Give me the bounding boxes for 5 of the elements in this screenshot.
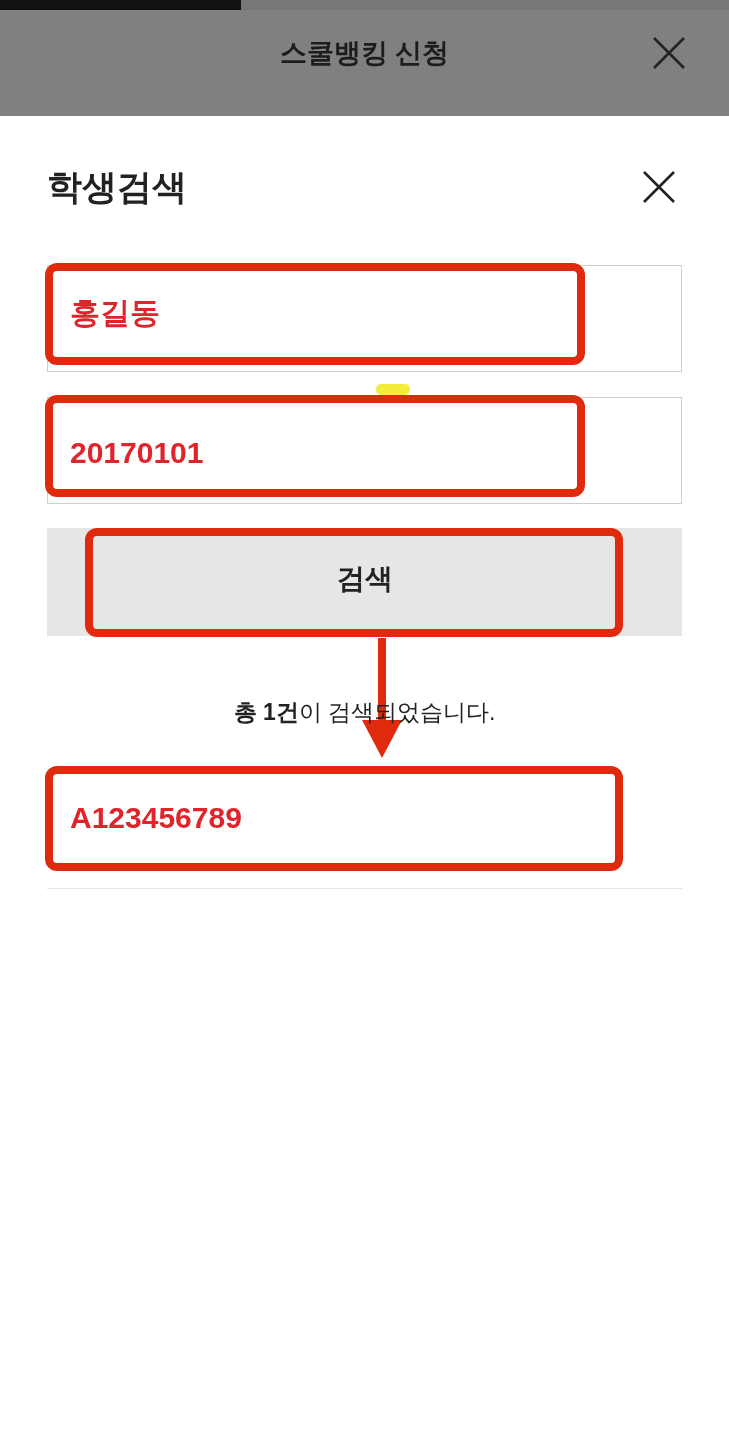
page-title: 스쿨뱅킹 신청 [279, 37, 450, 70]
close-icon[interactable] [643, 171, 675, 203]
result-item[interactable]: A123456789 [47, 764, 682, 889]
highlighter-mark [376, 384, 410, 395]
dialog-title: 학생검색 [47, 165, 187, 208]
